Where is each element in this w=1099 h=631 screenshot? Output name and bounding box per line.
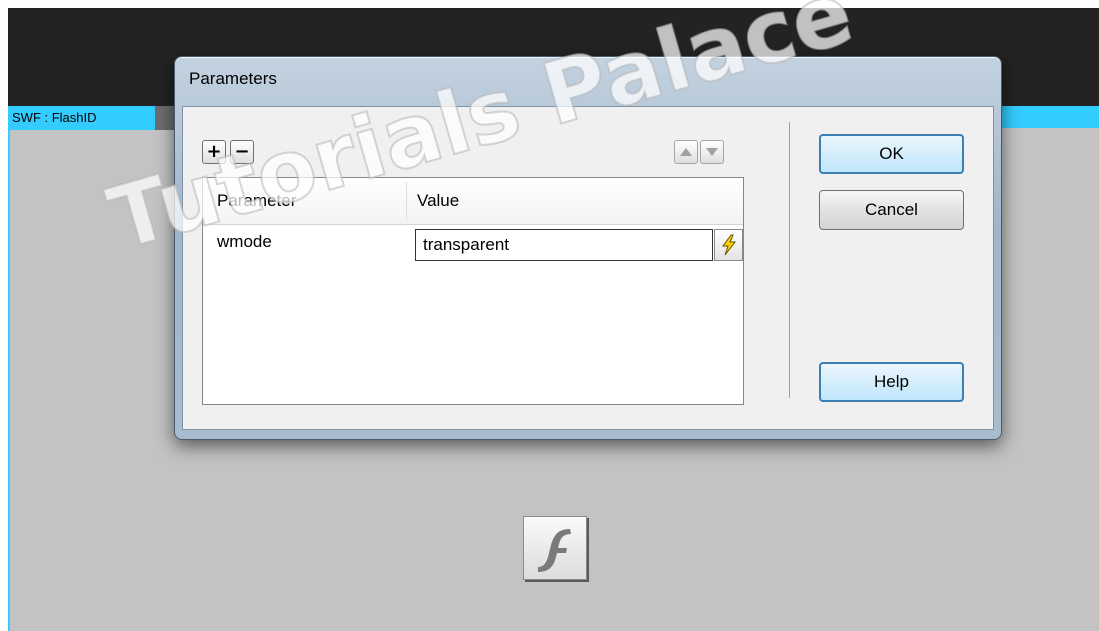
triangle-up-icon bbox=[680, 148, 692, 156]
dynamic-data-button[interactable] bbox=[714, 229, 743, 261]
value-field[interactable] bbox=[415, 229, 713, 261]
parameters-table: Parameter Value wmode bbox=[202, 177, 744, 405]
screen: SWF : FlashID Parameters + − Parameter V… bbox=[0, 0, 1099, 631]
table-header: Parameter Value bbox=[203, 178, 743, 225]
parameter-cell[interactable]: wmode bbox=[217, 232, 272, 252]
add-parameter-button[interactable]: + bbox=[202, 140, 226, 164]
column-divider[interactable] bbox=[406, 182, 407, 220]
ok-button[interactable]: OK bbox=[819, 134, 964, 174]
column-header-parameter[interactable]: Parameter bbox=[217, 178, 296, 224]
column-header-value[interactable]: Value bbox=[417, 178, 459, 224]
triangle-down-icon bbox=[706, 148, 718, 156]
swf-object-label[interactable]: SWF : FlashID bbox=[8, 106, 155, 130]
remove-parameter-button[interactable]: − bbox=[230, 140, 254, 164]
move-down-button[interactable] bbox=[700, 140, 724, 164]
help-button[interactable]: Help bbox=[819, 362, 964, 402]
selection-highlight-strip bbox=[1000, 106, 1099, 128]
dialog-contents: + − Parameter Value wmode transparent OK… bbox=[174, 56, 1002, 440]
move-up-button[interactable] bbox=[674, 140, 698, 164]
vertical-separator bbox=[789, 122, 790, 398]
lightning-icon bbox=[721, 234, 736, 256]
cancel-button[interactable]: Cancel bbox=[819, 190, 964, 230]
flash-player-icon[interactable] bbox=[523, 516, 587, 580]
